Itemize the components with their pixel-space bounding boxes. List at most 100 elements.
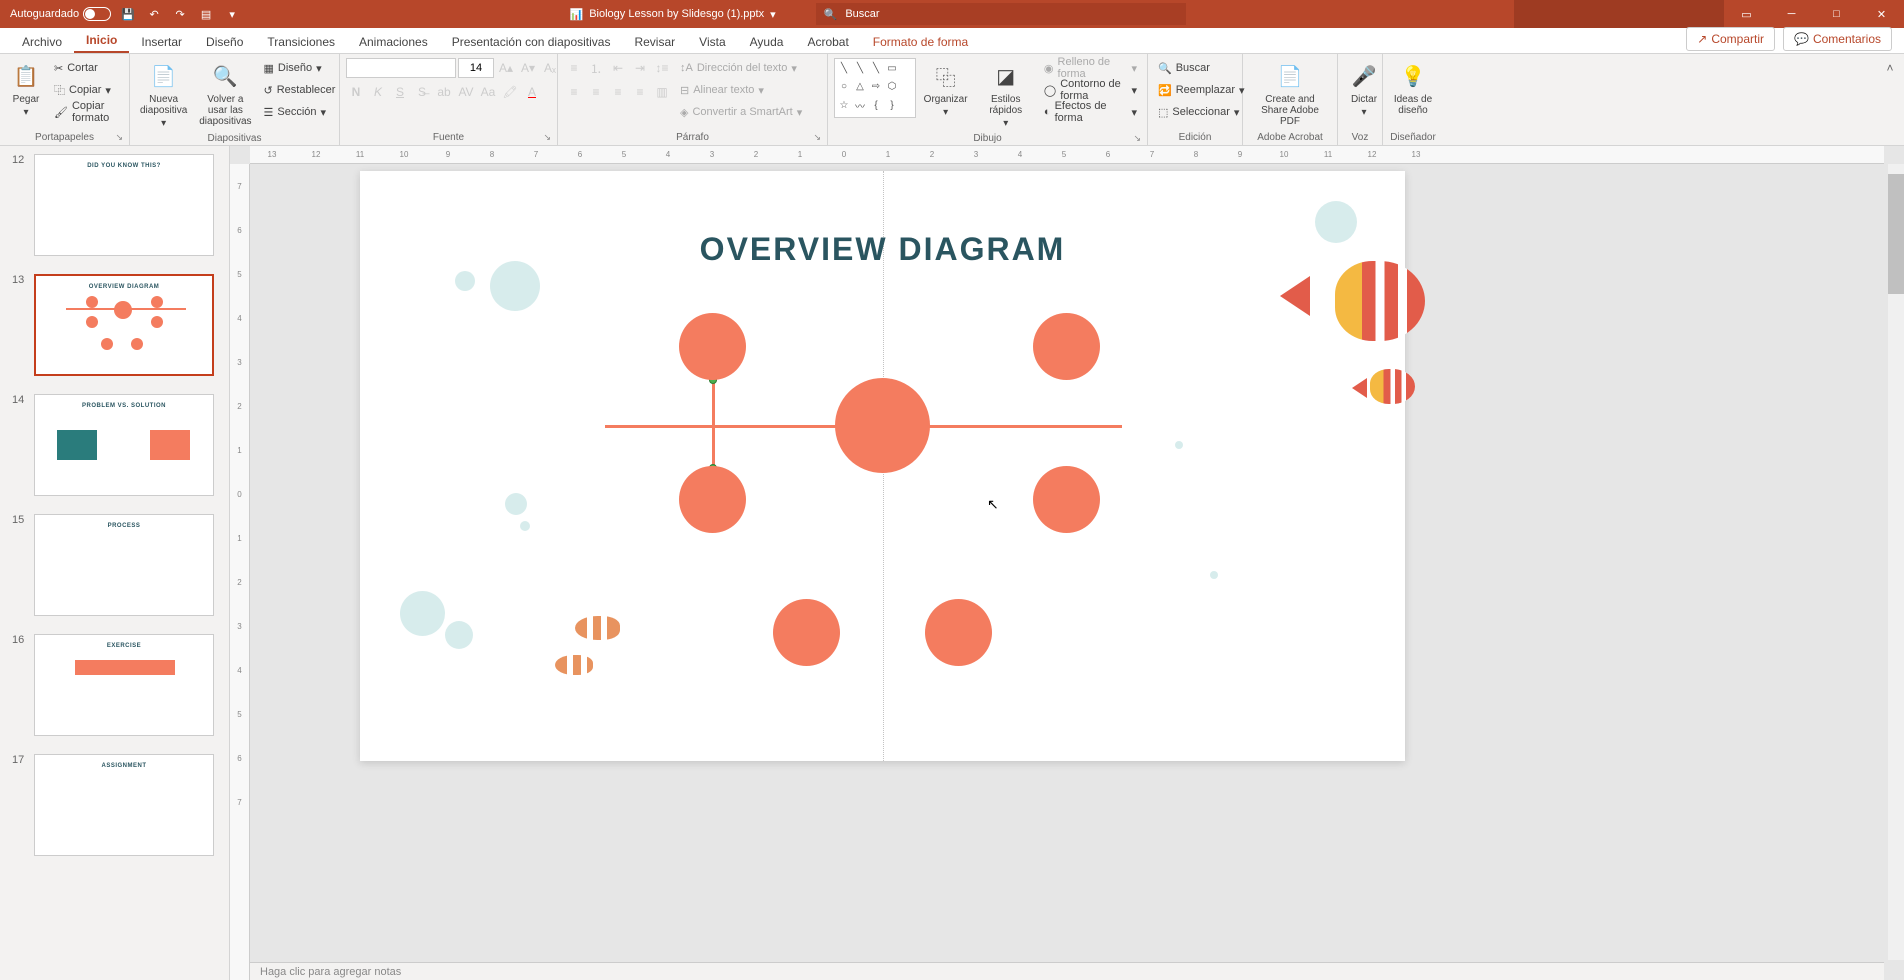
diagram-circle[interactable] xyxy=(679,313,746,380)
undo-icon[interactable]: ↶ xyxy=(145,5,163,23)
shape-line[interactable]: ╲ xyxy=(837,61,851,75)
diagram-circle[interactable] xyxy=(925,599,992,666)
paste-button[interactable]: 📋 Pegar ▾ xyxy=(6,58,46,120)
numbering-button[interactable]: ⒈ xyxy=(586,58,606,78)
font-launcher[interactable]: ↘ xyxy=(543,132,551,143)
user-account[interactable] xyxy=(1514,0,1724,28)
drawing-launcher[interactable]: ↘ xyxy=(1133,133,1141,144)
tab-insertar[interactable]: Insertar xyxy=(129,31,194,53)
slide-thumb-16[interactable]: EXERCISE xyxy=(34,634,214,736)
align-text-button[interactable]: ⊟Alinear texto▾ xyxy=(676,80,806,100)
shape-line2[interactable]: ╲ xyxy=(853,61,867,75)
tab-presentacion[interactable]: Presentación con diapositivas xyxy=(440,31,623,53)
notes-panel[interactable]: Haga clic para agregar notas xyxy=(250,962,1884,980)
highlight-button[interactable]: 🖍 xyxy=(500,82,520,102)
slide-canvas[interactable]: 13121110987654321012345678910111213 7654… xyxy=(230,146,1904,980)
shadow-button[interactable]: ab xyxy=(434,82,454,102)
dictate-button[interactable]: 🎤Dictar▾ xyxy=(1344,58,1384,120)
save-icon[interactable]: 💾 xyxy=(119,5,137,23)
tab-animaciones[interactable]: Animaciones xyxy=(347,31,440,53)
diagram-circle[interactable] xyxy=(679,466,746,533)
chevron-down-icon[interactable]: ▾ xyxy=(161,118,166,129)
font-color-button[interactable]: A xyxy=(522,82,542,102)
title-dropdown-icon[interactable]: ▾ xyxy=(770,8,776,21)
shape-arrow[interactable]: ⇨ xyxy=(869,80,883,94)
decrease-font-icon[interactable]: A▾ xyxy=(518,58,538,78)
close-button[interactable]: ✕ xyxy=(1859,0,1904,28)
minimize-button[interactable]: ─ xyxy=(1769,0,1814,28)
present-icon[interactable]: ▤ xyxy=(197,5,215,23)
diagram-circle[interactable] xyxy=(773,599,840,666)
cut-button[interactable]: ✂Cortar xyxy=(50,58,123,78)
clipboard-launcher[interactable]: ↘ xyxy=(115,132,123,143)
shape-hex[interactable]: ⬡ xyxy=(885,80,899,94)
format-painter-button[interactable]: 🖌Copiar formato xyxy=(50,102,123,122)
shape-oval[interactable]: ○ xyxy=(837,80,851,94)
slide-editor[interactable]: OVERVIEW DIAGRAM xyxy=(360,171,1405,761)
tab-revisar[interactable]: Revisar xyxy=(622,31,687,53)
chevron-down-icon[interactable]: ▾ xyxy=(321,106,327,119)
shape-star[interactable]: ☆ xyxy=(837,98,851,112)
shape-outline-button[interactable]: ◯Contorno de forma▾ xyxy=(1040,80,1141,100)
quick-styles-button[interactable]: ◪Estilos rápidos▾ xyxy=(976,58,1036,131)
shape-line3[interactable]: ╲ xyxy=(869,61,883,75)
redo-icon[interactable]: ↷ xyxy=(171,5,189,23)
autosave-switch[interactable] xyxy=(83,7,111,21)
bold-button[interactable]: N xyxy=(346,82,366,102)
arrange-button[interactable]: ⿻Organizar▾ xyxy=(920,58,972,120)
align-left-button[interactable]: ≡ xyxy=(564,82,584,102)
adobe-pdf-button[interactable]: 📄Create and Share Adobe PDF xyxy=(1249,58,1331,129)
shape-brace-r[interactable]: } xyxy=(885,98,899,112)
tab-formato-forma[interactable]: Formato de forma xyxy=(861,31,980,53)
reset-button[interactable]: ↺Restablecer xyxy=(260,80,340,100)
find-button[interactable]: 🔍Buscar xyxy=(1154,58,1249,78)
new-slide-button[interactable]: 📄Nueva diapositiva▾ xyxy=(136,58,191,131)
tab-archivo[interactable]: Archivo xyxy=(10,31,74,53)
reuse-slides-button[interactable]: 🔍Volver a usar las diapositivas xyxy=(195,58,255,129)
justify-button[interactable]: ≡ xyxy=(630,82,650,102)
layout-button[interactable]: ▦Diseño▾ xyxy=(260,58,340,78)
strike-button[interactable]: S̶ xyxy=(412,82,432,102)
clear-format-icon[interactable]: Aₓ xyxy=(540,58,560,78)
slide-thumb-17[interactable]: ASSIGNMENT xyxy=(34,754,214,856)
replace-button[interactable]: 🔁Reemplazar▾ xyxy=(1154,80,1249,100)
slide-thumbnail-panel[interactable]: 12 DID YOU KNOW THIS? 13 OVERVIEW DIAGRA… xyxy=(0,146,230,980)
collapse-ribbon-button[interactable]: ˄ xyxy=(1880,58,1900,78)
tab-diseno[interactable]: Diseño xyxy=(194,31,255,53)
shape-tri[interactable]: △ xyxy=(853,80,867,94)
diagram-vertical-line-selected[interactable] xyxy=(712,381,715,471)
diagram-circle[interactable] xyxy=(1033,466,1100,533)
align-center-button[interactable]: ≡ xyxy=(586,82,606,102)
paragraph-launcher[interactable]: ↘ xyxy=(813,132,821,143)
vertical-scrollbar[interactable] xyxy=(1888,164,1904,960)
ribbon-mode-icon[interactable]: ▭ xyxy=(1724,0,1769,28)
shape-rect[interactable]: ▭ xyxy=(885,61,899,75)
increase-indent-button[interactable]: ⇥ xyxy=(630,58,650,78)
comments-button[interactable]: 💬Comentarios xyxy=(1783,27,1892,51)
slide-thumb-15[interactable]: PROCESS xyxy=(34,514,214,616)
decrease-indent-button[interactable]: ⇤ xyxy=(608,58,628,78)
smartart-button[interactable]: ◈Convertir a SmartArt▾ xyxy=(676,102,806,122)
text-direction-button[interactable]: ↕ADirección del texto▾ xyxy=(676,58,806,78)
chevron-down-icon[interactable]: ▾ xyxy=(105,84,111,97)
slide-title-text[interactable]: OVERVIEW DIAGRAM xyxy=(700,231,1066,268)
chevron-down-icon[interactable]: ▾ xyxy=(316,62,322,75)
shape-brace-l[interactable]: { xyxy=(869,98,883,112)
font-size-input[interactable] xyxy=(458,58,494,78)
chevron-down-icon[interactable]: ▾ xyxy=(23,107,28,118)
copy-button[interactable]: ⿻Copiar▾ xyxy=(50,80,123,100)
autosave-toggle[interactable]: Autoguardado xyxy=(10,7,111,21)
search-box[interactable]: 🔍 Buscar xyxy=(816,3,1186,25)
slide-thumb-14[interactable]: PROBLEM VS. SOLUTION xyxy=(34,394,214,496)
bullets-button[interactable]: ≡ xyxy=(564,58,584,78)
tab-acrobat[interactable]: Acrobat xyxy=(795,31,860,53)
slide-thumb-12[interactable]: DID YOU KNOW THIS? xyxy=(34,154,214,256)
maximize-button[interactable]: □ xyxy=(1814,0,1859,28)
spacing-button[interactable]: AV xyxy=(456,82,476,102)
scrollbar-thumb[interactable] xyxy=(1888,174,1904,294)
tab-vista[interactable]: Vista xyxy=(687,31,737,53)
qat-dropdown-icon[interactable]: ▾ xyxy=(223,5,241,23)
diagram-circle[interactable] xyxy=(1033,313,1100,380)
design-ideas-button[interactable]: 💡Ideas de diseño xyxy=(1389,58,1437,118)
select-button[interactable]: ⬚Seleccionar▾ xyxy=(1154,102,1249,122)
